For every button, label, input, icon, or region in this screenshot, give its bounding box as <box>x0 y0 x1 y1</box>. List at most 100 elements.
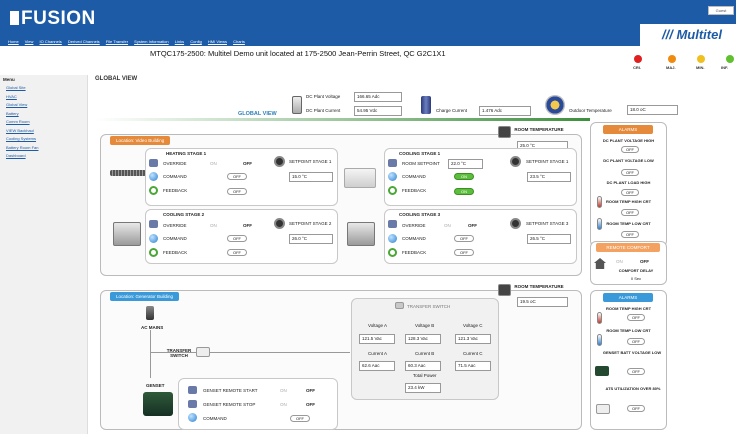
setpoint-label: SETPOINT STAGE 1 <box>289 159 332 164</box>
cool3-command-toggle[interactable]: OFF <box>454 235 474 242</box>
cooling-stage-3-title: COOLING STAGE 3 <box>399 212 441 217</box>
heating-stage-1-title: HEATING STAGE 1 <box>166 151 207 156</box>
override-on-option[interactable]: ON <box>444 223 451 228</box>
cooling-stage-1-title: COOLING STAGE 1 <box>399 151 441 156</box>
page-title: GLOBAL VIEW <box>95 76 138 82</box>
comfort-on-option[interactable]: ON <box>616 259 623 264</box>
override-off-option[interactable]: OFF <box>243 161 252 166</box>
override-on-option[interactable]: ON <box>210 223 217 228</box>
remote-start-icon <box>188 386 197 394</box>
setpoint-dial-icon[interactable] <box>274 156 285 167</box>
feedback-label: FEEDBACK <box>163 188 188 193</box>
user-field[interactable]: Guest <box>708 6 734 15</box>
room-temp-sensor-icon <box>498 126 511 138</box>
room-setpoint-icon <box>388 159 397 167</box>
global-view-banner <box>95 118 590 121</box>
current-c-label: Current C <box>463 351 483 356</box>
cool1-command-toggle[interactable]: ON <box>454 173 474 180</box>
major-indicator[interactable] <box>668 55 676 63</box>
nav-config[interactable]: Config <box>190 39 202 44</box>
transfer-switch-small-icon <box>596 404 610 414</box>
alarm2-ats-util-label: ATS UTILIZATION OVER 80% <box>605 386 661 391</box>
feedback-icon <box>388 248 397 257</box>
cooling-unit-icon <box>347 222 375 246</box>
nav-io-channels[interactable]: IO Channels <box>40 39 62 44</box>
voltage-c-label: Voltage C <box>463 323 483 328</box>
comfort-delay-label: COMFORT DELAY <box>618 268 654 273</box>
feedback-label: FEEDBACK <box>163 250 188 255</box>
remote-stop-label: GENSET REMOTE STOP <box>203 402 256 407</box>
sidebar-item-battery[interactable]: Battery <box>0 110 87 119</box>
nav-home[interactable]: Home <box>8 39 19 44</box>
sidebar-item-backhaul[interactable]: VIEW Backhaul <box>0 127 87 136</box>
nav-hmi-views[interactable]: HMI Views <box>208 39 227 44</box>
nav-view[interactable]: View <box>25 39 34 44</box>
power-line <box>150 353 151 378</box>
thermometer-gauge-icon <box>545 95 565 115</box>
room-temp-sensor-icon <box>498 284 511 296</box>
comfort-delay-value: 0 Sec <box>630 276 642 281</box>
sidebar-item-hvac[interactable]: HVAC <box>0 93 87 102</box>
remote-stop-on[interactable]: ON <box>280 402 287 407</box>
sidebar-item-battery-fan[interactable]: Battery Room Fan <box>0 144 87 153</box>
sidebar-item-comm-room[interactable]: Comm Room <box>0 118 87 127</box>
room-temp-label: ROOM TEMPERATURE <box>514 127 564 132</box>
remote-command-label: COMMAND <box>203 416 227 421</box>
ac-mains-label: AC MAINS <box>141 325 164 330</box>
remote-stop-off[interactable]: OFF <box>306 402 315 407</box>
nav-file-transfer[interactable]: File Transfer <box>106 39 128 44</box>
top-nav: Home View IO Channels Derived Channels F… <box>8 39 250 44</box>
voltage-b-value: 128.3 Vac <box>405 334 441 344</box>
override-on-option[interactable]: ON <box>210 161 217 166</box>
cooling-stage-2-title: COOLING STAGE 2 <box>163 212 205 217</box>
charge-current-label: Charge Current <box>436 108 468 113</box>
sidebar-item-cooling[interactable]: Cooling Systems <box>0 135 87 144</box>
heat1-command-toggle[interactable]: OFF <box>227 173 247 180</box>
genset-label: GENSET <box>146 383 165 388</box>
command-icon <box>388 172 397 181</box>
nav-links[interactable]: Links <box>175 39 184 44</box>
setpoint-dial-icon[interactable] <box>510 218 521 229</box>
override-icon <box>149 220 158 228</box>
remote-start-on[interactable]: ON <box>280 388 287 393</box>
gen-room-temp-value: 19.5 oC <box>517 297 568 307</box>
command-icon <box>149 172 158 181</box>
remote-command-toggle[interactable]: OFF <box>290 415 310 422</box>
cool1-setpoint-value: 23.5 °C <box>527 172 571 182</box>
heat1-setpoint-value: 15.0 °C <box>289 172 333 182</box>
minor-label: MIN. <box>696 65 705 70</box>
critical-label: CRI. <box>633 65 641 70</box>
nav-derived-channels[interactable]: Derived Channels <box>68 39 100 44</box>
alarm2-room-temp-low-label: ROOM TEMP LOW CRT <box>606 328 651 333</box>
nav-charts[interactable]: Charts <box>233 39 245 44</box>
setpoint-dial-icon[interactable] <box>274 218 285 229</box>
override-label: OVERRIDE <box>163 223 187 228</box>
current-b-value: 60.3 Aac <box>405 361 441 371</box>
setpoint-label: SETPOINT STAGE 3 <box>526 221 569 226</box>
sidebar-item-global-view[interactable]: Global View <box>0 101 87 110</box>
transfer-switch-small-icon <box>395 302 404 309</box>
comfort-off-option[interactable]: OFF <box>640 259 649 264</box>
cool2-command-toggle[interactable]: OFF <box>227 235 247 242</box>
thermometer-icon <box>597 312 602 324</box>
minor-indicator[interactable] <box>697 55 705 63</box>
feedback-icon <box>149 186 158 195</box>
critical-indicator[interactable] <box>634 55 642 63</box>
info-indicator[interactable] <box>726 55 734 63</box>
alarm-dc-load-high-label: DC PLANT LOAD HIGH <box>606 180 651 185</box>
setpoint-dial-icon[interactable] <box>510 156 521 167</box>
sidebar-item-dashboard[interactable]: Dashboard <box>0 152 87 161</box>
dc-plant-icon <box>292 96 302 114</box>
sidebar-item-global-site[interactable]: Global Site <box>0 84 87 93</box>
remote-stop-icon <box>188 400 197 408</box>
command-label: COMMAND <box>402 236 426 241</box>
override-off-option[interactable]: OFF <box>243 223 252 228</box>
voltage-a-label: Voltage A <box>368 323 388 328</box>
dc-current-label: DC Plant Current <box>306 108 341 113</box>
info-label: INF. <box>721 65 729 70</box>
remote-start-off[interactable]: OFF <box>306 388 315 393</box>
nav-system-information[interactable]: System Information <box>134 39 168 44</box>
override-off-option[interactable]: OFF <box>468 223 477 228</box>
outdoor-temp-label: Outdoor Temperature <box>569 108 612 113</box>
total-power-value: 23.4 kW <box>405 383 441 393</box>
